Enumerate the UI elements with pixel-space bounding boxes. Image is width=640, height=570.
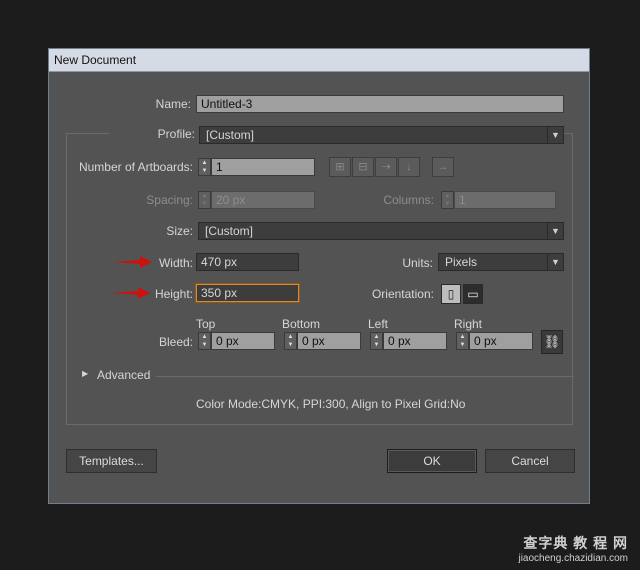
- bleed-right-label: Right: [454, 317, 483, 331]
- artboards-label: Number of Artboards:: [78, 160, 193, 174]
- units-label: Units:: [402, 256, 433, 270]
- landscape-icon[interactable]: ▭: [463, 284, 483, 304]
- spacing-input[interactable]: 20 px: [211, 191, 315, 209]
- bleed-bottom-label: Bottom: [282, 317, 321, 331]
- grid-by-row-icon[interactable]: ⊞: [329, 157, 351, 177]
- chevron-down-icon: ▼: [547, 254, 563, 270]
- columns-stepper[interactable]: ▲ ▼: [441, 191, 454, 209]
- size-label: Size:: [166, 224, 193, 238]
- size-value: [Custom]: [205, 224, 254, 238]
- bleed-right-stepper[interactable]: ▲ ▼: [456, 332, 469, 350]
- watermark: 查字典 教 程 网 jiaocheng.chazidian.com: [518, 533, 628, 564]
- annotation-arrow-icon: [114, 256, 152, 268]
- height-input[interactable]: 350 px: [196, 284, 299, 302]
- bleed-top-stepper[interactable]: ▲ ▼: [198, 332, 211, 350]
- bleed-bottom-input[interactable]: 0 px: [297, 332, 361, 350]
- advanced-toggle[interactable]: Advanced: [97, 368, 150, 382]
- bleed-left-label: Left: [368, 317, 389, 331]
- document-info-text: Color Mode:CMYK, PPI:300, Align to Pixel…: [196, 397, 466, 411]
- chevron-down-icon: ▼: [547, 127, 563, 143]
- spacing-label: Spacing:: [146, 193, 193, 207]
- spin-down-icon: ▼: [201, 168, 208, 174]
- bleed-label: Bleed:: [158, 335, 193, 349]
- artboards-stepper[interactable]: ▲ ▼: [198, 158, 211, 176]
- arrange-by-column-icon[interactable]: ↓: [398, 157, 420, 177]
- bleed-left-input[interactable]: 0 px: [383, 332, 447, 350]
- bleed-top-input[interactable]: 0 px: [211, 332, 275, 350]
- annotation-arrow-icon: [112, 287, 150, 299]
- new-document-dialog: New Document Name: Untitled-3 Profile: […: [48, 48, 590, 504]
- columns-input[interactable]: 1: [454, 191, 556, 209]
- chevron-down-icon: ▼: [547, 223, 563, 239]
- divider: [156, 376, 574, 377]
- units-value: Pixels: [445, 255, 478, 269]
- bleed-left-stepper[interactable]: ▲ ▼: [370, 332, 383, 350]
- size-dropdown[interactable]: [Custom] ▼: [198, 222, 564, 240]
- artboards-input[interactable]: 1: [211, 158, 315, 176]
- ok-button[interactable]: OK: [387, 449, 477, 473]
- right-to-left-icon[interactable]: →: [432, 157, 454, 177]
- portrait-icon[interactable]: ▯: [441, 284, 461, 304]
- bleed-right-input[interactable]: 0 px: [469, 332, 533, 350]
- profile-value: [Custom]: [206, 128, 255, 142]
- name-label: Name:: [155, 97, 191, 111]
- templates-button[interactable]: Templates...: [66, 449, 157, 473]
- arrange-by-row-icon[interactable]: ⇢: [375, 157, 397, 177]
- watermark-title: 查字典 教 程 网: [523, 535, 628, 551]
- watermark-url: jiaocheng.chazidian.com: [518, 553, 628, 564]
- cancel-button[interactable]: Cancel: [485, 449, 575, 473]
- bleed-top-label: Top: [196, 317, 216, 331]
- spacing-stepper[interactable]: ▲ ▼: [198, 191, 211, 209]
- profile-dropdown[interactable]: [Custom] ▼: [199, 126, 564, 144]
- profile-label: Profile:: [109, 127, 199, 141]
- bleed-bottom-stepper[interactable]: ▲ ▼: [284, 332, 297, 350]
- columns-label: Columns:: [383, 193, 434, 207]
- dialog-title: New Document: [49, 49, 589, 72]
- name-input[interactable]: Untitled-3: [196, 95, 564, 113]
- grid-by-column-icon[interactable]: ⊟: [352, 157, 374, 177]
- units-dropdown[interactable]: Pixels ▼: [438, 253, 564, 271]
- link-bleed-icon[interactable]: ⛓: [541, 330, 563, 354]
- disclosure-triangle-icon[interactable]: ▶: [82, 369, 88, 378]
- spin-up-icon: ▲: [201, 160, 208, 166]
- orientation-label: Orientation:: [371, 287, 434, 301]
- width-input[interactable]: 470 px: [196, 253, 299, 271]
